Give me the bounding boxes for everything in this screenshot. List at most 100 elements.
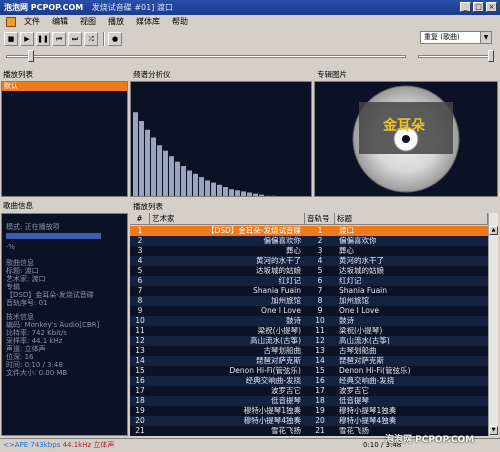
minimize-button[interactable]: _ [460,2,471,12]
row-number: 3 [137,246,143,255]
close-button[interactable]: × [486,2,497,12]
volume-thumb[interactable] [488,50,494,62]
info-samplerate: 采样率: 44.1 kHz [6,337,63,345]
playback-order-select[interactable]: 重复 (歌曲) ▼ [420,31,492,44]
row-title: 琵琶对萨克斯 [339,356,384,365]
maximize-button[interactable]: □ [473,2,484,12]
info-tech-header: 技术信息 [6,313,34,321]
seek-thumb[interactable] [28,50,34,62]
spectrum-bar [157,145,162,196]
info-bitrate: 比特率: 742 Kbit/s [6,329,67,337]
menu-edit[interactable]: 编辑 [46,16,74,28]
menu-file[interactable]: 文件 [18,16,46,28]
row-number: 9 [137,306,143,315]
next-button[interactable]: ⏭ [68,32,82,46]
table-row[interactable]: 18 低音提琴 18 低音提琴 [130,396,488,406]
info-filesize: 文件大小: 0.00 MB [6,369,68,377]
volume-bar[interactable] [418,55,494,58]
table-row[interactable]: 12 高山流水(古筝) 12 高山流水(古筝) [130,336,488,346]
table-row[interactable]: 14 琵琶对萨克斯 14 琵琶对萨克斯 [130,356,488,366]
row-number: 21 [135,426,145,435]
table-row[interactable]: 7 Shania Fuain 7 Shania Fuain [130,286,488,296]
pause-button[interactable]: ❚❚ [36,32,50,46]
spectrum-bar [181,166,186,196]
table-row[interactable]: 13 古琴划船曲 13 古琴划船曲 [130,346,488,356]
row-number: 15 [135,366,145,375]
row-artist: 偏偏喜欢你 [263,236,302,245]
row-number: 19 [135,406,145,415]
table-row[interactable]: 20 穆特小提琴4独奏 20 穆特小提琴4独奏 [130,416,488,426]
playlist-item-default[interactable]: 默认 [2,82,127,91]
spectrum-bar [151,137,156,196]
table-row[interactable]: 2 偏偏喜欢你 2 偏偏喜欢你 [130,236,488,246]
col-title[interactable]: 标题 [335,213,488,225]
col-artist[interactable]: 艺术家 [150,213,305,225]
row-artist: 梁祝(小提琴) [257,326,301,335]
seek-bar[interactable] [6,55,406,58]
menu-view[interactable]: 视图 [74,16,102,28]
spectrum-bar [193,173,198,196]
table-row[interactable]: 6 红灯记 6 红灯记 [130,276,488,286]
table-row[interactable]: 16 经典交响曲-发挠 16 经典交响曲-发挠 [130,376,488,386]
row-number: 5 [137,266,143,275]
col-trackno[interactable]: 音轨号 [305,213,335,225]
random-button[interactable]: ⤮ [84,32,98,46]
table-row[interactable]: 19 穆特小提琴1独奏 19 穆特小提琴1独奏 [130,406,488,416]
row-trackno: 16 [315,376,325,385]
table-row[interactable]: 3 葬心 3 葬心 [130,246,488,256]
spectrum-bar [145,129,150,196]
spectrum-bar [205,180,210,196]
info-codec: 编码: Monkey's Audio[CBR] [6,321,100,329]
row-trackno: 13 [315,346,325,355]
stop-button[interactable]: ■ [4,32,18,46]
row-title: 渡口 [339,226,354,235]
row-artist: Denon Hi-Fi(管弦乐) [229,366,301,375]
table-row[interactable]: 11 梁祝(小提琴) 11 梁祝(小提琴) [130,326,488,336]
spectrum-bar [211,182,216,196]
spectrum-bar [217,184,222,196]
row-number: 18 [135,396,145,405]
table-row[interactable]: 10 鼓诗 10 鼓诗 [130,316,488,326]
row-title: 偏偏喜欢你 [339,236,377,245]
table-row[interactable]: 5 达坂城的姑娘 5 达坂城的姑娘 [130,266,488,276]
album-art-panel: 金耳朵 [314,81,498,197]
row-artist: 黄河的水干了 [256,256,301,265]
spectrum-bar [187,170,192,196]
table-row[interactable]: 15 Denon Hi-Fi(管弦乐) 15 Denon Hi-Fi(管弦乐) [130,366,488,376]
menu-bar: 文件 编辑 视图 播放 媒体库 帮助 [0,15,500,29]
menu-help[interactable]: 帮助 [166,16,194,28]
prev-button[interactable]: ⏮ [52,32,66,46]
table-row[interactable]: 4 黄河的水干了 4 黄河的水干了 [130,256,488,266]
table-row[interactable]: 1 【DSD】金耳朵-发烧试音碟 1 渡口 [130,226,488,236]
row-artist: 雪花飞扬 [271,426,301,435]
spectrum-bar [235,190,240,196]
play-button[interactable]: ▶ [20,32,34,46]
row-title: 达坂城的姑娘 [339,266,384,275]
row-number: 11 [135,326,145,335]
col-number[interactable]: # [130,213,150,225]
play-icon: ▶ [24,35,30,43]
spectrum-graph [133,112,276,196]
tracklist-scrollbar[interactable]: ▲ ▼ [488,213,498,436]
row-title: 葬心 [339,246,354,255]
toolbar-separator [103,32,105,46]
menu-library[interactable]: 媒体库 [130,16,166,28]
row-artist: 经典交响曲-发挠 [245,376,301,385]
scroll-up-icon[interactable]: ▲ [489,226,498,235]
info-mode: 模式: 正在播放项 [6,223,60,231]
playlist-panel-label: 播放列表 [3,70,33,79]
row-trackno: 11 [315,326,325,335]
open-button[interactable]: ● [108,32,122,46]
row-artist: 低音提琴 [271,396,301,405]
table-row[interactable]: 8 加州旅馆 8 加州旅馆 [130,296,488,306]
table-row[interactable]: 17 波罗吉它 17 波罗吉它 [130,386,488,396]
row-trackno: 2 [317,236,323,245]
watermark-bottom: 泡泡网 PCPOP.COM [385,435,475,445]
info-song-header: 歌曲信息 [6,259,34,267]
menu-playback[interactable]: 播放 [102,16,130,28]
scroll-down-icon[interactable]: ▼ [489,426,498,435]
table-row[interactable]: 9 One I Love 9 One I Love [130,306,488,316]
row-artist: 【DSD】金耳朵-发烧试音碟 [206,226,301,235]
row-trackno: 6 [317,276,323,285]
tracklist-panel-label: 播放列表 [133,202,163,211]
